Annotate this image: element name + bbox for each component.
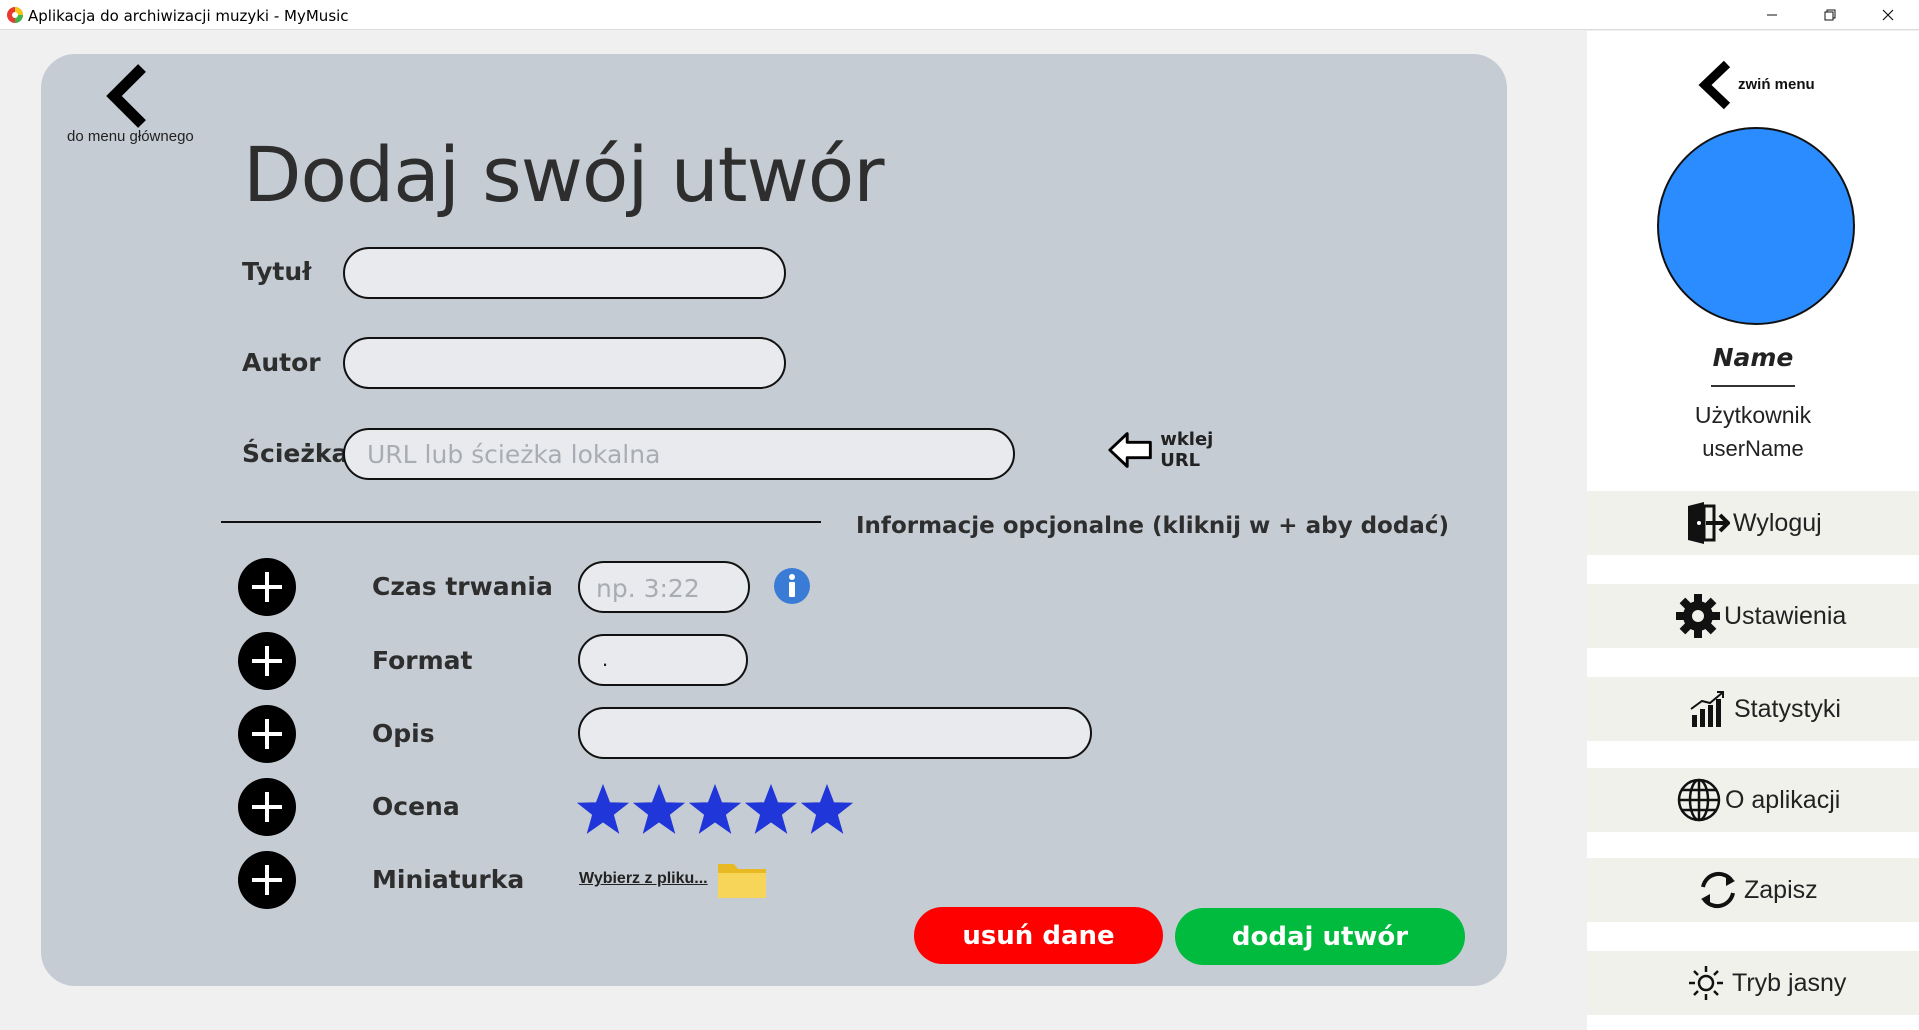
restore-icon bbox=[1824, 9, 1836, 21]
close-icon bbox=[1882, 9, 1894, 21]
duration-placeholder: np. 3:22 bbox=[596, 574, 700, 603]
sidebar-item-label: Zapisz bbox=[1744, 875, 1818, 904]
format-label: Format bbox=[372, 646, 473, 675]
rating-label: Ocena bbox=[372, 792, 460, 821]
back-to-main-menu-link[interactable]: do menu głównego bbox=[67, 128, 194, 145]
path-placeholder: URL lub ścieżka lokalna bbox=[367, 440, 661, 469]
add-rating-button[interactable] bbox=[238, 778, 296, 836]
add-format-button[interactable] bbox=[238, 632, 296, 690]
add-track-button[interactable]: dodaj utwór bbox=[1175, 908, 1465, 965]
avatar bbox=[1657, 127, 1855, 325]
close-button[interactable] bbox=[1859, 0, 1917, 30]
back-chevron-icon[interactable] bbox=[102, 62, 152, 130]
sidebar-item-save[interactable]: Zapisz bbox=[1587, 858, 1919, 922]
add-description-button[interactable] bbox=[238, 705, 296, 763]
section-divider bbox=[221, 521, 821, 523]
minimize-icon bbox=[1767, 14, 1777, 16]
globe-icon bbox=[1675, 776, 1723, 824]
page-title: Dodaj swój utwór bbox=[243, 130, 885, 219]
sidebar-item-settings[interactable]: Ustawienia bbox=[1587, 584, 1919, 648]
format-input-value: . bbox=[602, 646, 609, 671]
minimize-button[interactable] bbox=[1743, 0, 1801, 30]
description-label: Opis bbox=[372, 719, 435, 748]
add-duration-button[interactable] bbox=[238, 558, 296, 616]
restore-button[interactable] bbox=[1801, 0, 1859, 30]
choose-file-link[interactable]: Wybierz z pliku... bbox=[579, 870, 708, 888]
user-display-name: Name bbox=[1712, 343, 1794, 372]
description-input[interactable] bbox=[578, 707, 1092, 759]
star-icon[interactable] bbox=[745, 784, 797, 836]
info-icon[interactable] bbox=[773, 567, 811, 605]
paste-url-label: wklej URL bbox=[1160, 429, 1214, 471]
duration-label: Czas trwania bbox=[372, 572, 553, 601]
name-underline bbox=[1711, 385, 1795, 387]
stats-icon bbox=[1684, 685, 1732, 733]
thumbnail-label: Miniaturka bbox=[372, 865, 525, 894]
sun-icon bbox=[1682, 959, 1730, 1007]
star-icon[interactable] bbox=[801, 784, 853, 836]
format-input[interactable]: . bbox=[578, 634, 748, 686]
duration-input[interactable]: np. 3:22 bbox=[578, 561, 750, 613]
collapse-chevron-icon[interactable] bbox=[1695, 60, 1735, 110]
gear-icon bbox=[1674, 592, 1722, 640]
sidebar-item-statistics[interactable]: Statystyki bbox=[1587, 677, 1919, 741]
sidebar-item-label: Statystyki bbox=[1734, 694, 1841, 723]
arrow-left-icon bbox=[1108, 432, 1152, 468]
author-input[interactable] bbox=[343, 337, 786, 389]
sidebar-item-light-mode[interactable]: Tryb jasny bbox=[1587, 951, 1919, 1015]
add-thumbnail-button[interactable] bbox=[238, 851, 296, 909]
collapse-menu-label[interactable]: zwiń menu bbox=[1738, 76, 1815, 93]
clear-data-button[interactable]: usuń dane bbox=[914, 907, 1163, 964]
refresh-icon bbox=[1694, 866, 1742, 914]
username: userName bbox=[1702, 436, 1804, 461]
rating-stars[interactable] bbox=[577, 784, 853, 836]
title-bar: Aplikacja do archiwizacji muzyki - MyMus… bbox=[0, 0, 1919, 30]
star-icon[interactable] bbox=[577, 784, 629, 836]
sidebar-item-label: Tryb jasny bbox=[1732, 968, 1847, 997]
path-input[interactable]: URL lub ścieżka lokalna bbox=[343, 428, 1015, 480]
sidebar-item-label: O aplikacji bbox=[1725, 785, 1841, 814]
sidebar-item-label: Ustawienia bbox=[1724, 601, 1847, 630]
title-input[interactable] bbox=[343, 247, 786, 299]
path-label: Ścieżka bbox=[242, 439, 349, 468]
sidebar-item-label: Wyloguj bbox=[1733, 508, 1822, 537]
paste-url-button[interactable]: wklej URL bbox=[1106, 428, 1256, 472]
sidebar-item-logout[interactable]: Wyloguj bbox=[1587, 491, 1919, 555]
author-label: Autor bbox=[242, 348, 321, 377]
app-icon bbox=[7, 7, 23, 23]
star-icon[interactable] bbox=[689, 784, 741, 836]
window-title: Aplikacja do archiwizacji muzyki - MyMus… bbox=[28, 7, 349, 25]
star-icon[interactable] bbox=[633, 784, 685, 836]
user-role: Użytkownik bbox=[1694, 402, 1812, 428]
sidebar-item-about[interactable]: O aplikacji bbox=[1587, 768, 1919, 832]
optional-info-heading: Informacje opcjonalne (kliknij w + aby d… bbox=[856, 513, 1449, 539]
title-label: Tytuł bbox=[242, 257, 312, 286]
logout-icon bbox=[1683, 499, 1731, 547]
folder-icon[interactable] bbox=[716, 858, 768, 900]
